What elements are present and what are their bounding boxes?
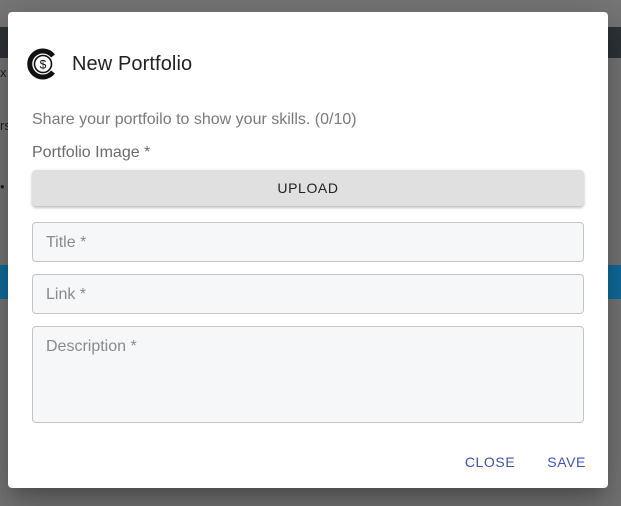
dialog-header: $ New Portfolio xyxy=(26,45,192,83)
close-button[interactable]: CLOSE xyxy=(457,450,523,474)
link-placeholder: Link * xyxy=(46,286,87,303)
background-text-fragment: rs xyxy=(0,119,8,133)
background-text-fragment: • xyxy=(0,180,5,194)
upload-button[interactable]: UPLOAD xyxy=(32,170,584,206)
link-field[interactable]: Link * xyxy=(32,274,584,314)
dialog-actions: CLOSE SAVE xyxy=(457,450,594,474)
description-placeholder: Description * xyxy=(46,338,137,355)
dialog-title: New Portfolio xyxy=(72,52,193,75)
save-button[interactable]: SAVE xyxy=(539,450,594,474)
background-text-fragment: x xyxy=(0,66,7,80)
dialog-subtitle: Share your portfoilo to show your skills… xyxy=(32,111,357,128)
title-placeholder: Title * xyxy=(46,234,87,251)
portfolio-image-label: Portfolio Image * xyxy=(32,144,151,161)
currency-c-dollar-icon: $ xyxy=(27,48,55,80)
svg-text:$: $ xyxy=(40,58,47,72)
new-portfolio-dialog: $ New Portfolio Share your portfoilo to … xyxy=(8,12,608,488)
description-field[interactable]: Description * xyxy=(32,326,584,423)
title-field[interactable]: Title * xyxy=(32,222,584,262)
